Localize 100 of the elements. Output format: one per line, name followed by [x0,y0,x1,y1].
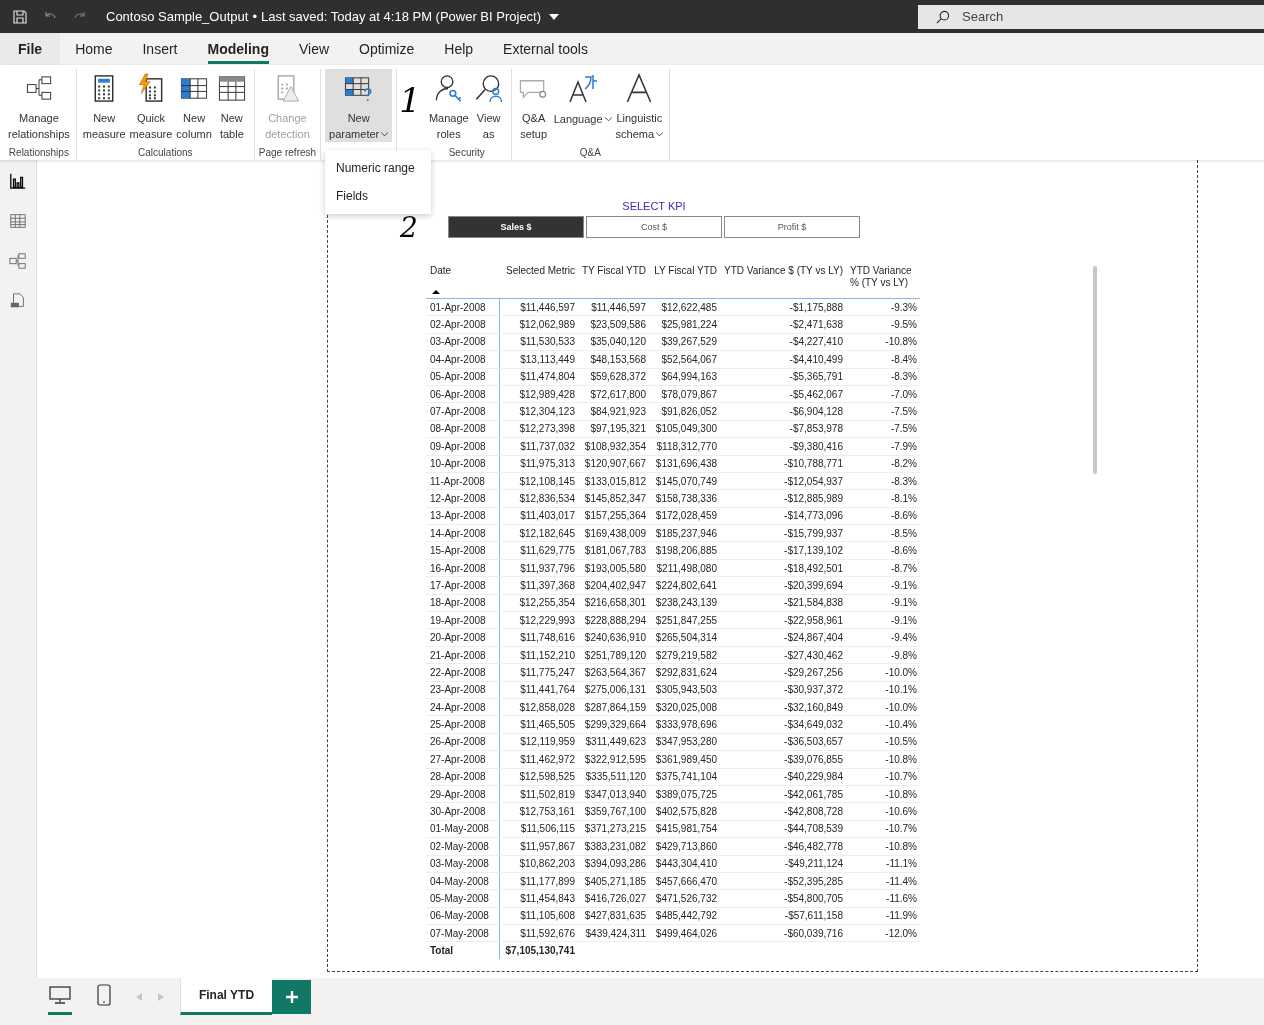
table-cell-text: -$29,267,256 [783,666,844,678]
table-cell-text: $402,575,828 [654,806,718,817]
ribbon-tab[interactable]: Home [60,33,128,65]
table-cell-text: -$40,229,984 [783,771,844,783]
ribbon-button-label: Manage relationships [8,111,70,142]
menu-item[interactable]: Fields [325,182,431,210]
add-page-button[interactable] [272,979,311,1014]
page-tab[interactable]: Final YTD [180,978,272,1015]
table-cell-text: $11,737,032 [519,440,576,452]
table-cell-text: -8.3% [889,475,918,487]
table-cell: 01-May-2008 [426,820,500,838]
ribbon-group-label: Q&A [579,147,601,160]
table-cell: 16-Apr-2008 [426,559,500,577]
ribbon-button[interactable]: Linguistic schema [613,69,666,142]
column-header[interactable]: Selected Metric [500,263,578,298]
ribbon-button-label: New parameter [329,110,389,142]
table-cell-text: $172,028,459 [654,510,718,522]
table-cell: 02-Apr-2008 [426,316,500,333]
table-cell-text: $335,511,120 [584,771,647,783]
table-cell-text: $12,598,525 [518,771,576,783]
table-cell: 30-Apr-2008 [426,803,500,820]
table-cell-text: $11,403,017 [519,510,576,522]
column-header[interactable]: YTD Variance % (TY vs LY) [846,263,920,298]
table-cell-text: $12,753,161 [518,806,576,817]
ribbon-tab[interactable]: Help [429,33,489,65]
table-cell-text: $11,446,597 [590,301,647,313]
ribbon-button[interactable]: New table [213,69,250,142]
table-cell-text: -$42,808,728 [783,806,844,817]
table-cell-text: $359,767,100 [583,806,647,817]
ribbon-tab[interactable]: View [283,33,345,65]
slicer-option[interactable]: Sales $ [448,216,584,238]
slicer-option[interactable]: Cost $ [586,216,722,238]
table-cell-text: $48,153,568 [589,353,647,365]
table-cell-text: $292,831,624 [654,666,718,678]
table-cell-text: $383,231,082 [583,840,647,852]
save-icon[interactable] [12,8,28,25]
table-cell-text: -$49,211,124 [783,858,844,870]
column-header[interactable]: TY Fiscal YTD [578,263,649,298]
table-cell-text: $12,108,145 [518,475,576,487]
table-cell-text: -$34,649,032 [783,719,844,731]
ribbon-button[interactable]: View as [470,69,507,142]
ribbon-button-label: Manage roles [428,111,469,142]
table-cell-text: $35,040,120 [589,336,647,348]
ribbon-tab[interactable]: Optimize [344,33,430,65]
table-cell-text: -8.6% [889,545,918,557]
handwritten-annotation: 2 [400,214,418,242]
table-cell-text: -$5,462,067 [788,388,844,400]
ribbon-button[interactable]: Q&A setup [515,69,552,142]
ribbon-tab[interactable]: Insert [127,33,193,65]
table-cell: 07-Apr-2008 [426,403,500,420]
table-cell-text: -9.3% [889,301,918,313]
ribbon-tab[interactable]: External tools [488,33,603,65]
table-cell-text: -$36,503,657 [783,736,844,748]
column-header[interactable]: YTD Variance $ (TY vs LY) [720,263,846,298]
model-view-icon[interactable] [7,250,29,272]
table-cell-text: -$44,708,539 [783,823,844,835]
slicer-option[interactable]: Profit $ [724,216,860,238]
column-header[interactable]: Date [430,265,500,277]
ribbon-button-label: View as [476,111,501,142]
ribbon-button[interactable]: Language [551,69,614,142]
table-cell: 19-Apr-2008 [426,612,500,629]
table-cell-text: $443,304,410 [654,858,718,870]
ribbon-button[interactable]: Manage relationships [6,69,72,142]
table-cell-text: $12,989,428 [518,388,576,400]
table-cell-text: $11,975,313 [519,458,576,470]
table-cell-text: -10.1% [884,684,918,696]
table-cell: 25-Apr-2008 [426,716,500,733]
ribbon-button-label: New column [176,111,212,142]
menu-item[interactable]: Numeric range [325,154,431,182]
table-cell-text: $11,502,819 [519,788,576,800]
table-cell-text: $118,312,770 [655,440,718,452]
table-cell-text: -9.1% [889,614,918,626]
sort-ascending-icon[interactable] [432,290,440,294]
table-cell-text: -$4,227,410 [788,336,844,348]
search-icon [935,9,950,25]
ribbon-button[interactable]: New measure [80,69,128,142]
ribbon-tab[interactable]: Modeling [192,33,284,65]
ribbon-button[interactable]: New column [174,69,214,142]
table-cell-text: -8.7% [889,562,918,574]
table-cell-text: $11,446,597 [519,301,576,313]
ribbon-button-label: Language [553,111,612,127]
ribbon-tab[interactable]: File [0,33,61,65]
table-cell-text: -8.5% [889,527,918,539]
search-field[interactable]: Search [918,4,1264,29]
handwritten-annotation: 1 [399,83,421,117]
table-cell-text: -11.1% [885,858,918,870]
ribbon-button[interactable]: New parameter [325,69,393,142]
table-cell-text: $287,864,159 [583,701,647,713]
table-cell-text: $485,442,792 [654,910,718,922]
column-header[interactable]: LY Fiscal YTD [649,263,720,298]
table-cell-text: $11,454,843 [519,892,576,904]
caret-icon[interactable] [549,13,560,20]
table-cell: 29-Apr-2008 [426,785,500,803]
scrollbar-thumb[interactable] [1093,266,1097,474]
ribbon-group-label: Calculations [138,147,193,160]
ribbon-button[interactable]: Manage roles [426,69,471,142]
table-cell-text: -$54,800,705 [783,892,844,904]
ribbon-button[interactable]: Quick measure [127,69,175,142]
table-cell-text: $145,070,749 [654,475,718,487]
table-cell-text: $12,062,989 [518,319,576,331]
